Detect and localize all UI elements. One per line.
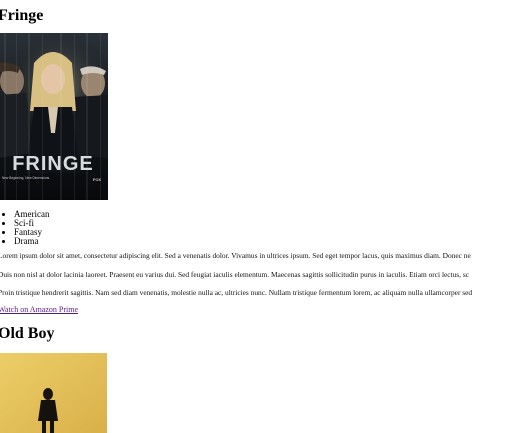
movie-title-old-boy: Old Boy <box>0 325 55 342</box>
watch-on-amazon-prime-link[interactable]: Watch on Amazon Prime <box>0 305 78 314</box>
description-line-3: Proin tristique hendrerit sagittis. Nam … <box>0 288 473 297</box>
poster-tagline: New Beginning. New Dimensions. <box>2 176 50 180</box>
description-line-2: Duis non nisl at dolor lacinia laoreet. … <box>0 270 470 279</box>
poster-network: FOX <box>93 177 102 182</box>
genre-item: Drama <box>14 237 49 246</box>
poster-wordmark: FRINGE <box>12 153 94 175</box>
description-line-1: Lorem ipsum dolor sit amet, consectetur … <box>0 251 471 260</box>
poster-image-old-boy <box>0 353 107 433</box>
genre-list-fringe: American Sci-fi Fantasy Drama <box>0 210 49 246</box>
poster-image-fringe: FRINGE New Beginning. New Dimensions. FO… <box>0 33 108 200</box>
movie-title-fringe: Fringe <box>0 7 44 24</box>
